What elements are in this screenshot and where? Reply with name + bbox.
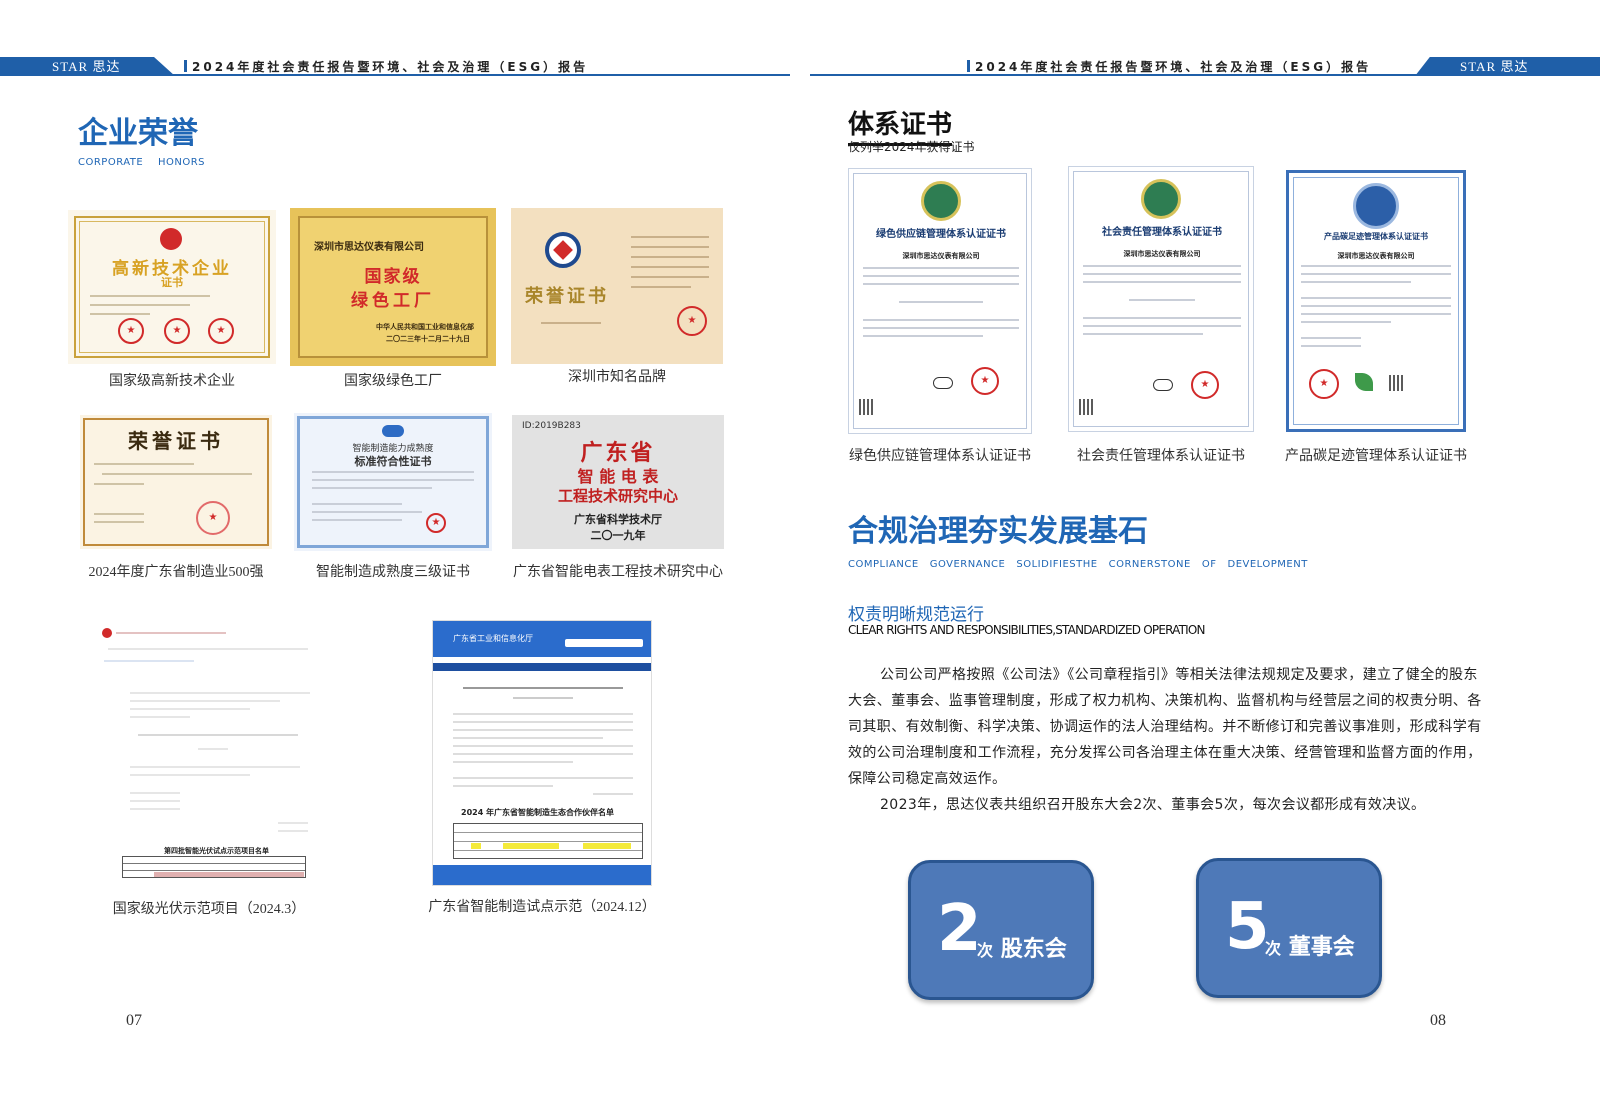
red-seal-icon <box>1309 369 1339 399</box>
caption-pv-demo: 国家级光伏示范项目（2024.3） <box>112 902 306 917</box>
cert-social-responsibility: 社会责任管理体系认证证书 深圳市思达仪表有限公司 <box>1068 166 1254 432</box>
red-seal-icon <box>426 513 446 533</box>
header-title-left: 2024年度社会责任报告暨环境、社会及治理（ESG）报告 <box>183 60 589 74</box>
caption-social-responsibility: 社会责任管理体系认证证书 <box>1077 449 1245 464</box>
red-seal-icon <box>118 318 144 344</box>
stat-label: 次 股东会 <box>977 937 1067 962</box>
caption-guangdong-500: 2024年度广东省制造业500强 <box>88 565 264 580</box>
cert-heading: 国家级 <box>364 267 422 287</box>
qr-code-icon <box>1079 399 1095 415</box>
header-title-right: 2024年度社会责任报告暨环境、社会及治理（ESG）报告 <box>966 60 1372 74</box>
emblem-icon <box>160 228 182 250</box>
cert-issuer-line: 深圳市思达仪表有限公司 <box>314 242 424 253</box>
cert-guangdong-500: 荣誉证书 <box>80 415 272 549</box>
cert-heading: 社会责任管理体系认证证书 <box>1102 227 1222 238</box>
red-seal-icon <box>164 318 190 344</box>
leaf-mark-icon <box>1355 373 1373 391</box>
page-number-right: 08 <box>1430 1012 1446 1029</box>
qr-code-icon <box>859 399 875 415</box>
caption-carbon-footprint: 产品碳足迹管理体系认证证书 <box>1285 449 1467 464</box>
highlighted-row <box>154 872 304 877</box>
red-seal-icon <box>1191 371 1219 399</box>
cert-heading-2: 标准符合性证书 <box>354 455 432 468</box>
cert-company: 深圳市思达仪表有限公司 <box>1337 252 1415 260</box>
cert-green-factory: 深圳市思达仪表有限公司 国家级 绿色工厂 中华人民共和国工业和信息化部 二〇二三… <box>290 208 496 366</box>
project-list-title: 第四批智能光伏试点示范项目名单 <box>164 847 269 855</box>
cert-company: 深圳市思达仪表有限公司 <box>1123 250 1201 258</box>
doc-guangdong-smart-manufacturing: 广东省工业和信息化厅 2024 年广东省智能制造生态合作伙伴名单 <box>432 620 652 886</box>
red-seal-icon <box>196 501 230 535</box>
red-seal-icon <box>971 367 999 395</box>
cert-intelligent-manufacturing: 智能制造能力成熟度 标准符合性证书 <box>294 413 492 551</box>
national-emblem-icon <box>102 628 112 638</box>
cert-logo-icon <box>1141 179 1181 219</box>
cert-green-supply-chain: 绿色供应链管理体系认证证书 深圳市思达仪表有限公司 <box>848 168 1032 434</box>
cert-heading: 产品碳足迹管理体系认证证书 <box>1324 232 1428 241</box>
red-seal-icon <box>677 306 707 336</box>
cert-heading: 荣誉证书 <box>128 429 224 453</box>
cert-logo-icon <box>921 181 961 221</box>
header-brand-right: STAR 思达 <box>1415 57 1600 76</box>
arc-logo-icon <box>1353 183 1399 229</box>
zga-mark-icon <box>933 377 953 389</box>
meeting-summary-paragraph: 2023年，思达仪表共组织召开股东大会2次、董事会5次，每次会议都形成有效决议。 <box>880 797 1426 813</box>
cert-high-tech-enterprise: 高新技术企业 证书 <box>68 210 276 364</box>
governance-en: COMPLIANCE GOVERNANCE SOLIDIFIESTHE CORN… <box>848 559 1308 570</box>
site-nav-bar <box>433 663 651 671</box>
cert-id-line: ID:2019B283 <box>522 421 581 431</box>
plaque-year: 二〇一九年 <box>590 529 646 542</box>
rights-subtitle: 权责明晰规范运行 <box>848 605 984 625</box>
corporate-honors-en: CORPORATE HONORS <box>78 157 205 168</box>
cert-shenzhen-brand: 荣誉证书 <box>511 208 723 364</box>
stat-shareholder-meetings: 2 次 股东会 <box>908 860 1094 1000</box>
cert-subheading: 证书 <box>161 276 183 289</box>
qr-code-icon <box>1389 375 1405 391</box>
governance-title: 合规治理夯实发展基石 <box>848 514 1148 549</box>
cert-heading-2: 绿色工厂 <box>351 291 435 311</box>
corporate-honors-title: 企业荣誉 <box>78 116 198 151</box>
cert-carbon-footprint: 产品碳足迹管理体系认证证书 深圳市思达仪表有限公司 <box>1286 170 1466 432</box>
site-search-input <box>565 639 643 647</box>
caption-high-tech: 国家级高新技术企业 <box>109 374 235 389</box>
plaque-issuer: 广东省科学技术厅 <box>574 513 662 526</box>
caption-smart-manufacturing-demo: 广东省智能制造试点示范（2024.12） <box>428 900 656 915</box>
stat-value: 2 <box>937 892 982 966</box>
zga-mark-icon <box>1153 379 1173 391</box>
stat-label: 次 董事会 <box>1265 935 1355 960</box>
partner-list-title: 2024 年广东省智能制造生态合作伙伴名单 <box>461 808 615 817</box>
plaque-heading-2: 智 能 电 表 <box>577 467 659 486</box>
highlight-mark <box>471 843 481 849</box>
doc-pv-demo-project: 第四批智能光伏试点示范项目名单 <box>98 622 320 880</box>
cert-heading: 绿色供应链管理体系认证证书 <box>876 229 1006 240</box>
caption-green-supply-chain: 绿色供应链管理体系认证证书 <box>849 449 1031 464</box>
site-footer <box>433 865 651 885</box>
caption-engineering-center: 广东省智能电表工程技术研究中心 <box>513 565 723 580</box>
caption-shenzhen-brand: 深圳市知名品牌 <box>568 370 666 385</box>
governance-paragraph: 公司公司严格按照《公司法》《公司章程指引》等相关法律法规规定及要求，建立了健全的… <box>848 667 1482 787</box>
cert-heading: 荣誉证书 <box>525 286 609 307</box>
page-number-left: 07 <box>126 1012 142 1029</box>
system-cert-subtitle: 仅列举2024年获得证书 <box>848 140 975 154</box>
cert-footer: 中华人民共和国工业和信息化部 <box>376 323 474 331</box>
cert-company: 深圳市思达仪表有限公司 <box>902 252 980 260</box>
highlight-mark <box>583 843 631 849</box>
stat-board-meetings: 5 次 董事会 <box>1196 858 1382 998</box>
caption-green-factory: 国家级绿色工厂 <box>344 374 442 389</box>
site-title: 广东省工业和信息化厅 <box>453 634 533 643</box>
cert-engineering-center: ID:2019B283 广东省 智 能 电 表 工程技术研究中心 广东省科学技术… <box>512 415 724 549</box>
red-seal-icon <box>208 318 234 344</box>
logo-icon <box>382 425 404 437</box>
caption-intelligent-manufacturing: 智能制造成熟度三级证书 <box>316 565 470 580</box>
stat-value: 5 <box>1225 890 1270 964</box>
partner-list-table <box>453 823 643 859</box>
rights-subtitle-en: CLEAR RIGHTS AND RESPONSIBILITIES,STANDA… <box>848 623 1206 637</box>
cert-date: 二〇二三年十二月二十九日 <box>386 335 470 343</box>
highlight-mark <box>503 843 559 849</box>
header-brand-left: STAR 思达 <box>0 57 175 76</box>
plaque-heading-3: 工程技术研究中心 <box>557 487 678 505</box>
